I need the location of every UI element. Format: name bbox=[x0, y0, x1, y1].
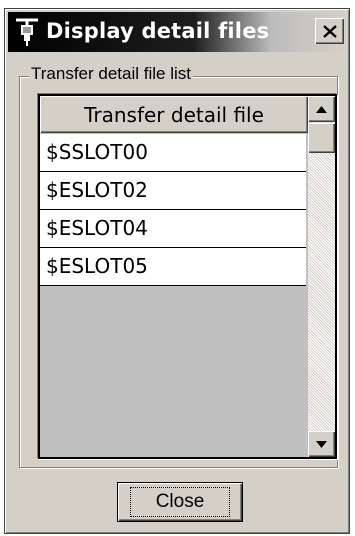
arrow-down-icon bbox=[316, 440, 327, 448]
scroll-up-button[interactable] bbox=[308, 96, 335, 122]
list-item[interactable]: $ESLOT05 bbox=[40, 248, 306, 286]
arrow-up-icon bbox=[316, 105, 327, 113]
file-listbox[interactable]: Transfer detail file $SSLOT00 $ESLOT02 $… bbox=[38, 94, 337, 459]
list-rows: $SSLOT00 $ESLOT02 $ESLOT04 $ESLOT05 bbox=[40, 134, 306, 286]
close-button-label: Close bbox=[129, 487, 231, 517]
window-title: Display detail files bbox=[46, 19, 270, 43]
list-item[interactable]: $ESLOT04 bbox=[40, 210, 306, 248]
close-button[interactable]: Close bbox=[117, 482, 243, 522]
plug-icon bbox=[16, 18, 38, 46]
close-icon bbox=[322, 24, 337, 38]
list-item[interactable]: $ESLOT02 bbox=[40, 172, 306, 210]
list-item[interactable]: $SSLOT00 bbox=[40, 134, 306, 172]
column-header[interactable]: Transfer detail file bbox=[40, 96, 308, 133]
title-close-button[interactable] bbox=[315, 18, 344, 44]
group-label: Transfer detail file list bbox=[29, 64, 193, 84]
list-area: Transfer detail file $SSLOT00 $ESLOT02 $… bbox=[40, 96, 308, 457]
dialog-window: Display detail files Transfer detail fil… bbox=[4, 8, 350, 534]
vertical-scrollbar[interactable] bbox=[308, 96, 335, 457]
scroll-thumb[interactable] bbox=[308, 123, 335, 153]
title-bar[interactable]: Display detail files bbox=[8, 12, 346, 52]
scroll-down-button[interactable] bbox=[308, 431, 335, 457]
